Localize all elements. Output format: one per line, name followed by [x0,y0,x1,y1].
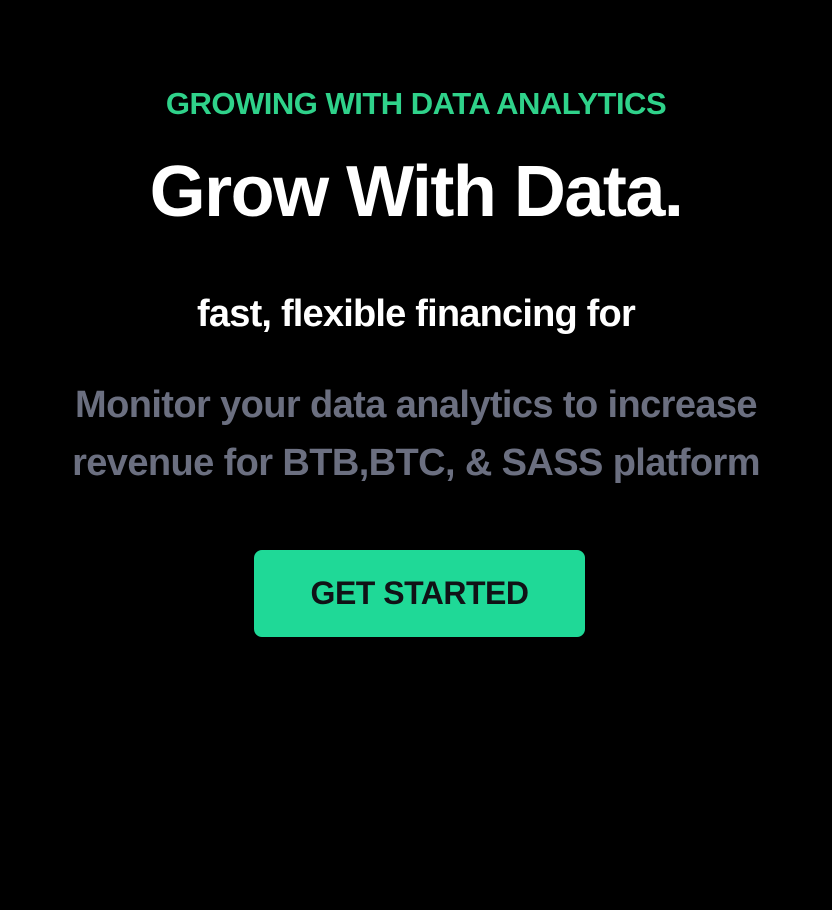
hero-description: Monitor your data analytics to increase … [10,376,822,492]
get-started-button[interactable]: GET STARTED [254,550,585,637]
hero-section: GROWING WITH DATA ANALYTICS Grow With Da… [0,0,832,910]
hero-description-line-2: revenue for BTB,BTC, & SASS platform [72,442,760,484]
hero-tagline: fast, flexible financing for [197,293,636,335]
hero-title: Grow With Data. [149,152,684,232]
hero-eyebrow: GROWING WITH DATA ANALYTICS [165,86,667,121]
hero-description-line-1: Monitor your data analytics to increase [75,384,758,426]
